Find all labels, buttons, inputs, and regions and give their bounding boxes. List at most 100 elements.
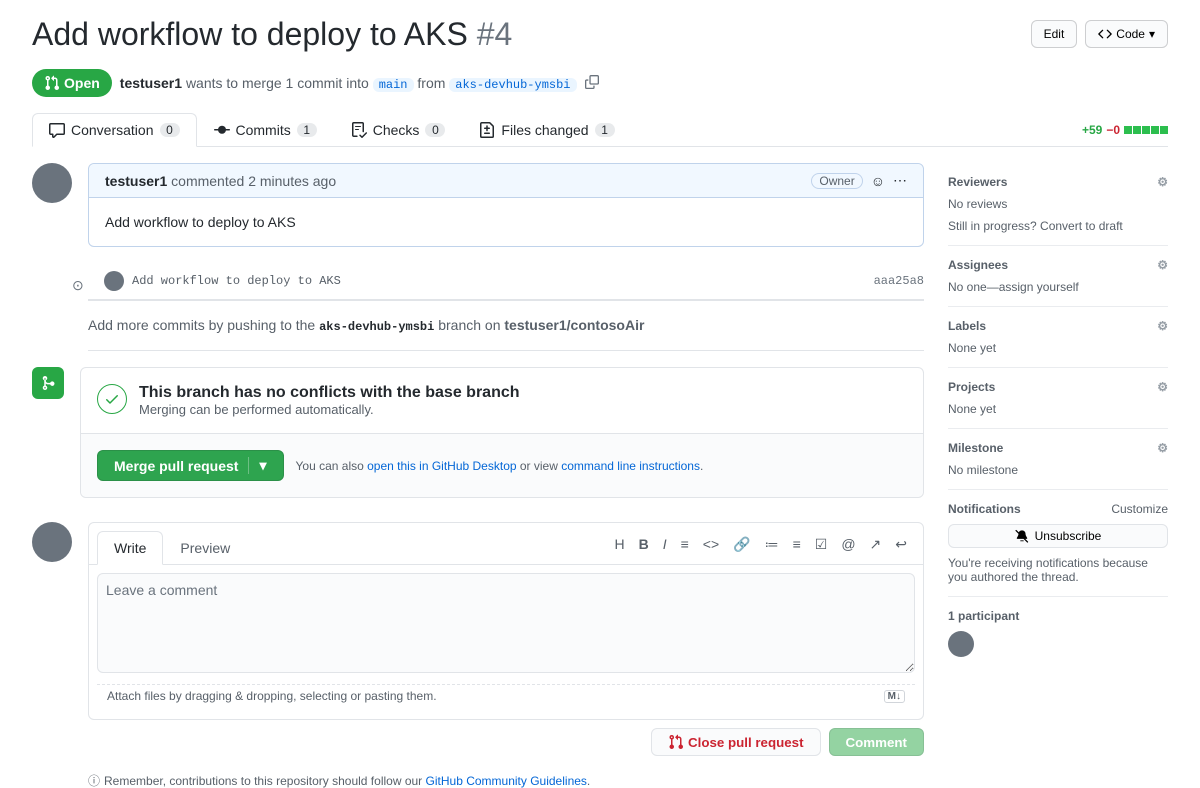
comment-meta: testuser1 commented 2 minutes ago bbox=[105, 173, 336, 189]
comment-box: testuser1 commented 2 minutes ago Owner … bbox=[88, 163, 924, 247]
edit-button[interactable]: Edit bbox=[1031, 20, 1078, 48]
caret-down-icon[interactable]: ▾ bbox=[248, 457, 266, 474]
gear-icon[interactable]: ⚙ bbox=[1157, 258, 1168, 272]
check-circle-icon bbox=[97, 384, 127, 414]
comment-time: commented 2 minutes ago bbox=[167, 173, 336, 189]
pr-title-text: Add workflow to deploy to AKS bbox=[32, 16, 468, 52]
avatar[interactable] bbox=[32, 522, 72, 562]
tab-commits[interactable]: Commits 1 bbox=[197, 113, 334, 146]
assign-yourself[interactable]: assign yourself bbox=[999, 280, 1079, 294]
close-pr-label: Close pull request bbox=[688, 735, 804, 750]
comment-body: Add workflow to deploy to AKS bbox=[89, 198, 923, 246]
code-button-label: Code bbox=[1116, 24, 1145, 44]
ordered-list-icon[interactable]: ≡ bbox=[793, 536, 801, 553]
files-count: 1 bbox=[595, 123, 615, 137]
deletions: −0 bbox=[1106, 123, 1120, 137]
reviewers-body: No reviews bbox=[948, 197, 1168, 211]
comment-button[interactable]: Comment bbox=[829, 728, 924, 756]
checks-count: 0 bbox=[425, 123, 445, 137]
tab-preview[interactable]: Preview bbox=[163, 531, 247, 564]
pr-author[interactable]: testuser1 bbox=[120, 75, 182, 91]
tab-checks[interactable]: Checks 0 bbox=[334, 113, 463, 146]
tasklist-icon[interactable]: ☑ bbox=[815, 536, 828, 553]
mention-icon[interactable]: @ bbox=[841, 536, 855, 553]
tab-files-label: Files changed bbox=[501, 122, 588, 138]
markdown-icon[interactable]: M↓ bbox=[884, 690, 905, 703]
labels-body: None yet bbox=[948, 341, 1168, 355]
commit-row: ⊙ Add workflow to deploy to AKS aaa25a8 bbox=[32, 263, 924, 299]
close-pr-button[interactable]: Close pull request bbox=[651, 728, 821, 756]
milestone-body: No milestone bbox=[948, 463, 1168, 477]
merge-verb: wants to merge 1 commit into bbox=[186, 75, 369, 91]
list-icon[interactable]: ≔ bbox=[765, 536, 779, 553]
tab-conversation-label: Conversation bbox=[71, 122, 154, 138]
unsubscribe-button[interactable]: Unsubscribe bbox=[948, 524, 1168, 548]
projects-title: Projects bbox=[948, 380, 995, 394]
tab-write[interactable]: Write bbox=[97, 531, 163, 565]
code-icon[interactable]: <> bbox=[703, 536, 719, 553]
notif-reason: You're receiving notifications because y… bbox=[948, 556, 1168, 584]
comment-icon bbox=[49, 122, 65, 138]
push-hint: Add more commits by pushing to the aks-d… bbox=[88, 299, 924, 351]
base-branch[interactable]: main bbox=[373, 78, 414, 92]
copy-icon[interactable] bbox=[585, 75, 599, 92]
convert-draft[interactable]: Still in progress? Convert to draft bbox=[948, 219, 1168, 233]
commits-count: 1 bbox=[297, 123, 317, 137]
comment-author[interactable]: testuser1 bbox=[105, 173, 167, 189]
reviewers-title: Reviewers bbox=[948, 175, 1007, 189]
diff-blocks bbox=[1124, 126, 1168, 134]
merge-button-label: Merge pull request bbox=[114, 458, 238, 474]
attach-hint[interactable]: Attach files by dragging & dropping, sel… bbox=[107, 689, 437, 703]
owner-badge: Owner bbox=[811, 173, 862, 189]
projects-body: None yet bbox=[948, 402, 1168, 416]
crossref-icon[interactable]: ↗ bbox=[870, 536, 882, 553]
italic-icon[interactable]: I bbox=[663, 536, 667, 553]
cli-link[interactable]: command line instructions bbox=[561, 459, 700, 473]
checklist-icon bbox=[351, 122, 367, 138]
commit-dot-icon: ⊙ bbox=[72, 277, 84, 294]
commit-sha[interactable]: aaa25a8 bbox=[874, 274, 924, 288]
milestone-title: Milestone bbox=[948, 441, 1003, 455]
assignees-none: No one— bbox=[948, 280, 999, 294]
gear-icon[interactable]: ⚙ bbox=[1157, 441, 1168, 455]
commit-message[interactable]: Add workflow to deploy to AKS bbox=[132, 274, 866, 288]
conversation-count: 0 bbox=[160, 123, 180, 137]
pr-title: Add workflow to deploy to AKS #4 bbox=[32, 16, 512, 53]
code-icon bbox=[1098, 27, 1112, 41]
commit-icon bbox=[214, 122, 230, 138]
diffstat: +59 −0 bbox=[1082, 123, 1168, 137]
merge-hint: You can also open this in GitHub Desktop… bbox=[296, 459, 704, 473]
emoji-icon[interactable]: ☺ bbox=[871, 173, 885, 189]
info-icon: ⓘ bbox=[88, 772, 100, 788]
quote-icon[interactable]: ≡ bbox=[681, 536, 689, 553]
bell-slash-icon bbox=[1015, 529, 1029, 543]
avatar[interactable] bbox=[104, 271, 124, 291]
pull-request-icon bbox=[44, 75, 60, 91]
labels-title: Labels bbox=[948, 319, 986, 333]
customize-link[interactable]: Customize bbox=[1111, 502, 1168, 516]
desktop-link[interactable]: open this in GitHub Desktop bbox=[367, 459, 516, 473]
bold-icon[interactable]: B bbox=[639, 536, 649, 553]
tab-files[interactable]: Files changed 1 bbox=[462, 113, 631, 146]
state-text: Open bbox=[64, 75, 100, 91]
guidelines-link[interactable]: GitHub Community Guidelines bbox=[426, 774, 587, 788]
gear-icon[interactable]: ⚙ bbox=[1157, 175, 1168, 189]
link-icon[interactable]: 🔗 bbox=[733, 536, 750, 553]
pull-request-icon bbox=[668, 734, 684, 750]
avatar[interactable] bbox=[948, 631, 974, 657]
gear-icon[interactable]: ⚙ bbox=[1157, 319, 1168, 333]
code-button[interactable]: Code ▾ bbox=[1085, 20, 1168, 48]
reply-icon[interactable]: ↩ bbox=[895, 536, 907, 553]
tab-commits-label: Commits bbox=[236, 122, 291, 138]
tab-conversation[interactable]: Conversation 0 bbox=[32, 113, 197, 147]
comment-textarea[interactable] bbox=[97, 573, 915, 673]
head-branch[interactable]: aks-devhub-ymsbi bbox=[449, 78, 576, 92]
gear-icon[interactable]: ⚙ bbox=[1157, 380, 1168, 394]
kebab-icon[interactable]: ⋯ bbox=[893, 172, 907, 189]
merge-button[interactable]: Merge pull request ▾ bbox=[97, 450, 284, 481]
notifications-title: Notifications bbox=[948, 502, 1021, 516]
avatar[interactable] bbox=[32, 163, 72, 203]
push-repo: testuser1/contosoAir bbox=[504, 317, 644, 333]
assignees-title: Assignees bbox=[948, 258, 1008, 272]
heading-icon[interactable]: H bbox=[614, 536, 624, 553]
